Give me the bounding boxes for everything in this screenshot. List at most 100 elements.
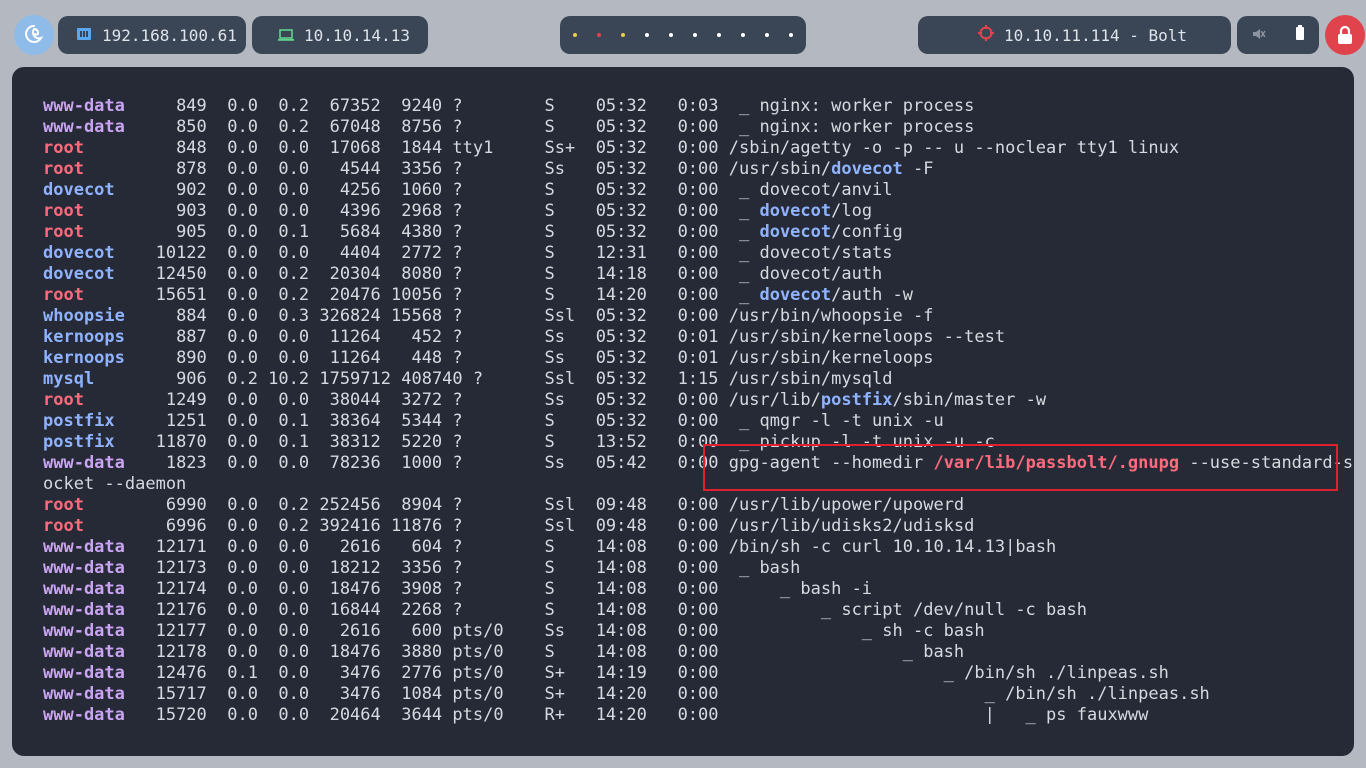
- process-row: dovecot 10122 0.0 0.0 4404 2772 ? S 12:3…: [43, 243, 1353, 264]
- process-fields: 6996 0.0 0.2 392416 11876 ? Ssl 09:48 0:…: [83, 516, 975, 536]
- process-user: root: [43, 495, 84, 515]
- crosshair-icon: [978, 25, 994, 45]
- process-row: root 903 0.0 0.0 4396 2968 ? S 05:32 0:0…: [43, 201, 1353, 222]
- process-row: root 6990 0.0 0.2 252456 8904 ? Ssl 09:4…: [43, 495, 1353, 516]
- process-command-tail: -F: [902, 159, 934, 179]
- process-command-tail: /log: [831, 201, 873, 221]
- process-row: root 15651 0.0 0.2 20476 10056 ? S 14:20…: [43, 285, 1353, 306]
- top-bar: 192.168.100.61 10.10.14.13 10.10.11.114 …: [0, 0, 1366, 68]
- system-tray: [1237, 16, 1319, 54]
- process-fields: 903 0.0 0.0 4396 2968 ? S 05:32 0:00 _: [83, 201, 760, 221]
- process-user: postfix: [43, 432, 115, 452]
- process-user: kernoops: [43, 348, 125, 368]
- process-user: kernoops: [43, 327, 125, 347]
- debian-logo-icon[interactable]: [14, 15, 54, 55]
- workspace-dot[interactable]: [717, 33, 721, 37]
- process-fields: 12177 0.0 0.0 2616 600 pts/0 Ss 14:08 0:…: [124, 621, 985, 641]
- process-row: root 878 0.0 0.0 4544 3356 ? Ss 05:32 0:…: [43, 159, 1353, 180]
- process-row: dovecot 902 0.0 0.0 4256 1060 ? S 05:32 …: [43, 180, 1353, 201]
- process-row: kernoops 887 0.0 0.0 11264 452 ? Ss 05:3…: [43, 327, 1353, 348]
- process-user: dovecot: [43, 264, 115, 284]
- terminal-window[interactable]: www-data 849 0.0 0.2 67352 9240 ? S 05:3…: [12, 67, 1354, 756]
- highlighted-token: postfix: [820, 390, 893, 410]
- process-fields: 12178 0.0 0.0 18476 3880 pts/0 S 14:08 0…: [124, 642, 965, 662]
- workspace-dot[interactable]: [621, 33, 625, 37]
- workspace-dot[interactable]: [597, 33, 601, 37]
- laptop-icon: [278, 26, 294, 45]
- process-user: www-data: [43, 96, 125, 116]
- process-fields: 850 0.0 0.2 67048 8756 ? S 05:32 0:00 _ …: [124, 117, 975, 137]
- process-fields: ocket --daemon: [43, 474, 187, 494]
- process-row: root 6996 0.0 0.2 392416 11876 ? Ssl 09:…: [43, 516, 1353, 537]
- process-user: www-data: [43, 642, 125, 662]
- target-pill[interactable]: 10.10.11.114 - Bolt: [918, 16, 1231, 54]
- process-fields: 12176 0.0 0.0 16844 2268 ? S 14:08 0:00 …: [124, 600, 1087, 620]
- workspace-dot[interactable]: [789, 33, 793, 37]
- workspace-dot[interactable]: [645, 33, 649, 37]
- process-row: postfix 1251 0.0 0.1 38364 5344 ? S 05:3…: [43, 411, 1353, 432]
- battery-icon[interactable]: [1295, 25, 1305, 45]
- ps-output: www-data 849 0.0 0.2 67352 9240 ? S 05:3…: [43, 96, 1353, 726]
- process-row: mysql 906 0.2 10.2 1759712 408740 ? Ssl …: [43, 369, 1353, 390]
- process-user: www-data: [43, 537, 125, 557]
- workspace-dot[interactable]: [669, 33, 673, 37]
- process-row: dovecot 12450 0.0 0.2 20304 8080 ? S 14:…: [43, 264, 1353, 285]
- highlighted-token: dovecot: [759, 201, 832, 221]
- workspace-dot[interactable]: [765, 33, 769, 37]
- process-fields: 12174 0.0 0.0 18476 3908 ? S 14:08 0:00 …: [124, 579, 873, 599]
- speaker-muted-icon[interactable]: [1252, 26, 1266, 45]
- process-row: whoopsie 884 0.0 0.3 326824 15568 ? Ssl …: [43, 306, 1353, 327]
- process-row: www-data 12176 0.0 0.0 16844 2268 ? S 14…: [43, 600, 1353, 621]
- process-row: www-data 12476 0.1 0.0 3476 2776 pts/0 S…: [43, 663, 1353, 684]
- lock-icon[interactable]: [1325, 15, 1365, 55]
- process-fields: 849 0.0 0.2 67352 9240 ? S 05:32 0:03 _ …: [124, 96, 975, 116]
- workspace-dot[interactable]: [573, 33, 577, 37]
- process-fields: 905 0.0 0.1 5684 4380 ? S 05:32 0:00 _: [83, 222, 760, 242]
- process-user: www-data: [43, 663, 125, 683]
- process-row: www-data 12177 0.0 0.0 2616 600 pts/0 Ss…: [43, 621, 1353, 642]
- process-user: root: [43, 222, 84, 242]
- process-user: www-data: [43, 600, 125, 620]
- process-row: kernoops 890 0.0 0.0 11264 448 ? Ss 05:3…: [43, 348, 1353, 369]
- process-command-tail: /auth -w: [831, 285, 914, 305]
- process-fields: 884 0.0 0.3 326824 15568 ? Ssl 05:32 0:0…: [124, 306, 934, 326]
- process-row: root 848 0.0 0.0 17068 1844 tty1 Ss+ 05:…: [43, 138, 1353, 159]
- process-row: www-data 12171 0.0 0.0 2616 604 ? S 14:0…: [43, 537, 1353, 558]
- process-user: postfix: [43, 411, 115, 431]
- process-user: root: [43, 285, 84, 305]
- workspace-dot[interactable]: [741, 33, 745, 37]
- process-fields: 12450 0.0 0.2 20304 8080 ? S 14:18 0:00 …: [114, 264, 883, 284]
- process-row: root 1249 0.0 0.0 38044 3272 ? Ss 05:32 …: [43, 390, 1353, 411]
- host-ip-pill[interactable]: 192.168.100.61: [58, 16, 246, 54]
- process-user: root: [43, 516, 84, 536]
- process-fields: 890 0.0 0.0 11264 448 ? Ss 05:32 0:01 /u…: [124, 348, 934, 368]
- process-fields: 12173 0.0 0.0 18212 3356 ? S 14:08 0:00 …: [124, 558, 801, 578]
- process-user: www-data: [43, 558, 125, 578]
- process-user: www-data: [43, 453, 125, 473]
- process-fields: 848 0.0 0.0 17068 1844 tty1 Ss+ 05:32 0:…: [83, 138, 1180, 158]
- highlighted-token: dovecot: [759, 285, 832, 305]
- vpn-ip-pill[interactable]: 10.10.14.13: [252, 16, 428, 54]
- process-fields: 887 0.0 0.0 11264 452 ? Ss 05:32 0:01 /u…: [124, 327, 1006, 347]
- process-user: dovecot: [43, 243, 115, 263]
- process-fields: 15720 0.0 0.0 20464 3644 pts/0 R+ 14:20 …: [124, 705, 1149, 725]
- process-user: www-data: [43, 117, 125, 137]
- process-row: www-data 15717 0.0 0.0 3476 1084 pts/0 S…: [43, 684, 1353, 705]
- process-row: www-data 12173 0.0 0.0 18212 3356 ? S 14…: [43, 558, 1353, 579]
- workspace-dot[interactable]: [693, 33, 697, 37]
- process-user: root: [43, 159, 84, 179]
- process-command-tail: /sbin/master -w: [892, 390, 1047, 410]
- process-user: whoopsie: [43, 306, 125, 326]
- workspace-switcher[interactable]: [560, 16, 806, 54]
- process-fields: 1249 0.0 0.0 38044 3272 ? Ss 05:32 0:00 …: [83, 390, 821, 410]
- process-user: www-data: [43, 705, 125, 725]
- process-user: dovecot: [43, 180, 115, 200]
- process-user: root: [43, 138, 84, 158]
- process-fields: 10122 0.0 0.0 4404 2772 ? S 12:31 0:00 _…: [114, 243, 893, 263]
- process-fields: 902 0.0 0.0 4256 1060 ? S 05:32 0:00 _ d…: [114, 180, 893, 200]
- process-user: www-data: [43, 621, 125, 641]
- process-row: www-data 12174 0.0 0.0 18476 3908 ? S 14…: [43, 579, 1353, 600]
- process-command-tail: /config: [831, 222, 903, 242]
- process-row: www-data 849 0.0 0.2 67352 9240 ? S 05:3…: [43, 96, 1353, 117]
- highlighted-token: dovecot: [831, 159, 903, 179]
